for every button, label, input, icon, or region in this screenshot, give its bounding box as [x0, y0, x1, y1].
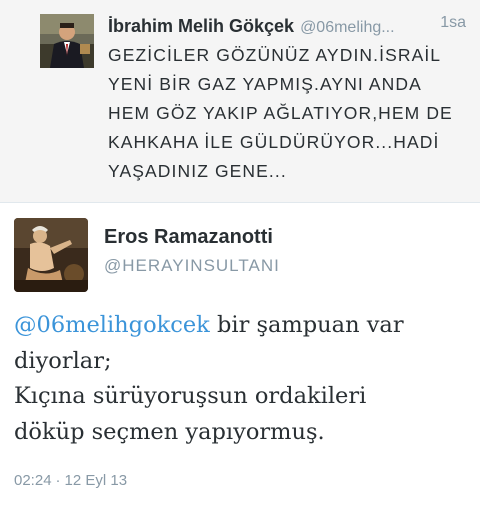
main-tweet: Eros Ramazanotti @HERAYINSULTANI @06meli…: [0, 204, 480, 509]
parent-text-line: KAHKAHA İLE GÜLDÜRÜYOR...HADİ: [108, 132, 440, 152]
parent-text-line: YAŞADINIZ GENE...: [108, 161, 287, 181]
main-author-name[interactable]: Eros Ramazanotti: [104, 226, 273, 249]
main-text-line: @06melihgokcek bir şampuan var: [14, 308, 474, 344]
tweet-metadata: 02:24 · 12 Eyl 13: [14, 472, 127, 489]
meta-separator: ·: [55, 472, 61, 489]
parent-tweet[interactable]: İbrahim Melih Gökçek @06melihg... 1sa GEZ…: [0, 0, 480, 203]
parent-author-name[interactable]: İbrahim Melih Gökçek: [108, 16, 294, 36]
main-text-fragment: bir şampuan var: [209, 312, 404, 338]
main-author-handle[interactable]: @HERAYINSULTANI: [104, 256, 280, 276]
main-text-line: diyorlar;: [14, 347, 112, 374]
main-tweet-text: @06melihgokcek bir şampuan var diyorlar;…: [14, 308, 474, 450]
parent-text-line: GEZİCİLER GÖZÜNÜZ AYDIN.İSRAİL: [108, 45, 442, 65]
tweet-time[interactable]: 02:24: [14, 472, 52, 489]
main-text-line: döküp seçmen yapıyormuş.: [14, 418, 325, 445]
parent-timestamp[interactable]: 1sa: [434, 14, 466, 32]
mention-link[interactable]: @06melihgokcek: [14, 312, 210, 338]
painting-avatar-icon: [14, 218, 88, 292]
parent-text-line: YENİ BİR GAZ YAPMIŞ.AYNI ANDA: [108, 74, 422, 94]
tweet-date[interactable]: 12 Eyl 13: [65, 472, 128, 489]
parent-text-line: HEM GÖZ YAKIP AĞLATIYOR,HEM DE: [108, 103, 453, 123]
parent-tweet-text: GEZİCİLER GÖZÜNÜZ AYDIN.İSRAİL YENİ BİR …: [108, 41, 458, 186]
person-photo-icon: [40, 14, 94, 68]
parent-header: İbrahim Melih Gökçek @06melihg...: [108, 14, 478, 40]
parent-author-handle[interactable]: @06melihg...: [300, 19, 395, 36]
main-text-line: Kıçına sürüyoruşsun ordakileri: [14, 383, 367, 409]
parent-avatar[interactable]: [40, 14, 94, 68]
main-avatar[interactable]: [14, 218, 88, 292]
